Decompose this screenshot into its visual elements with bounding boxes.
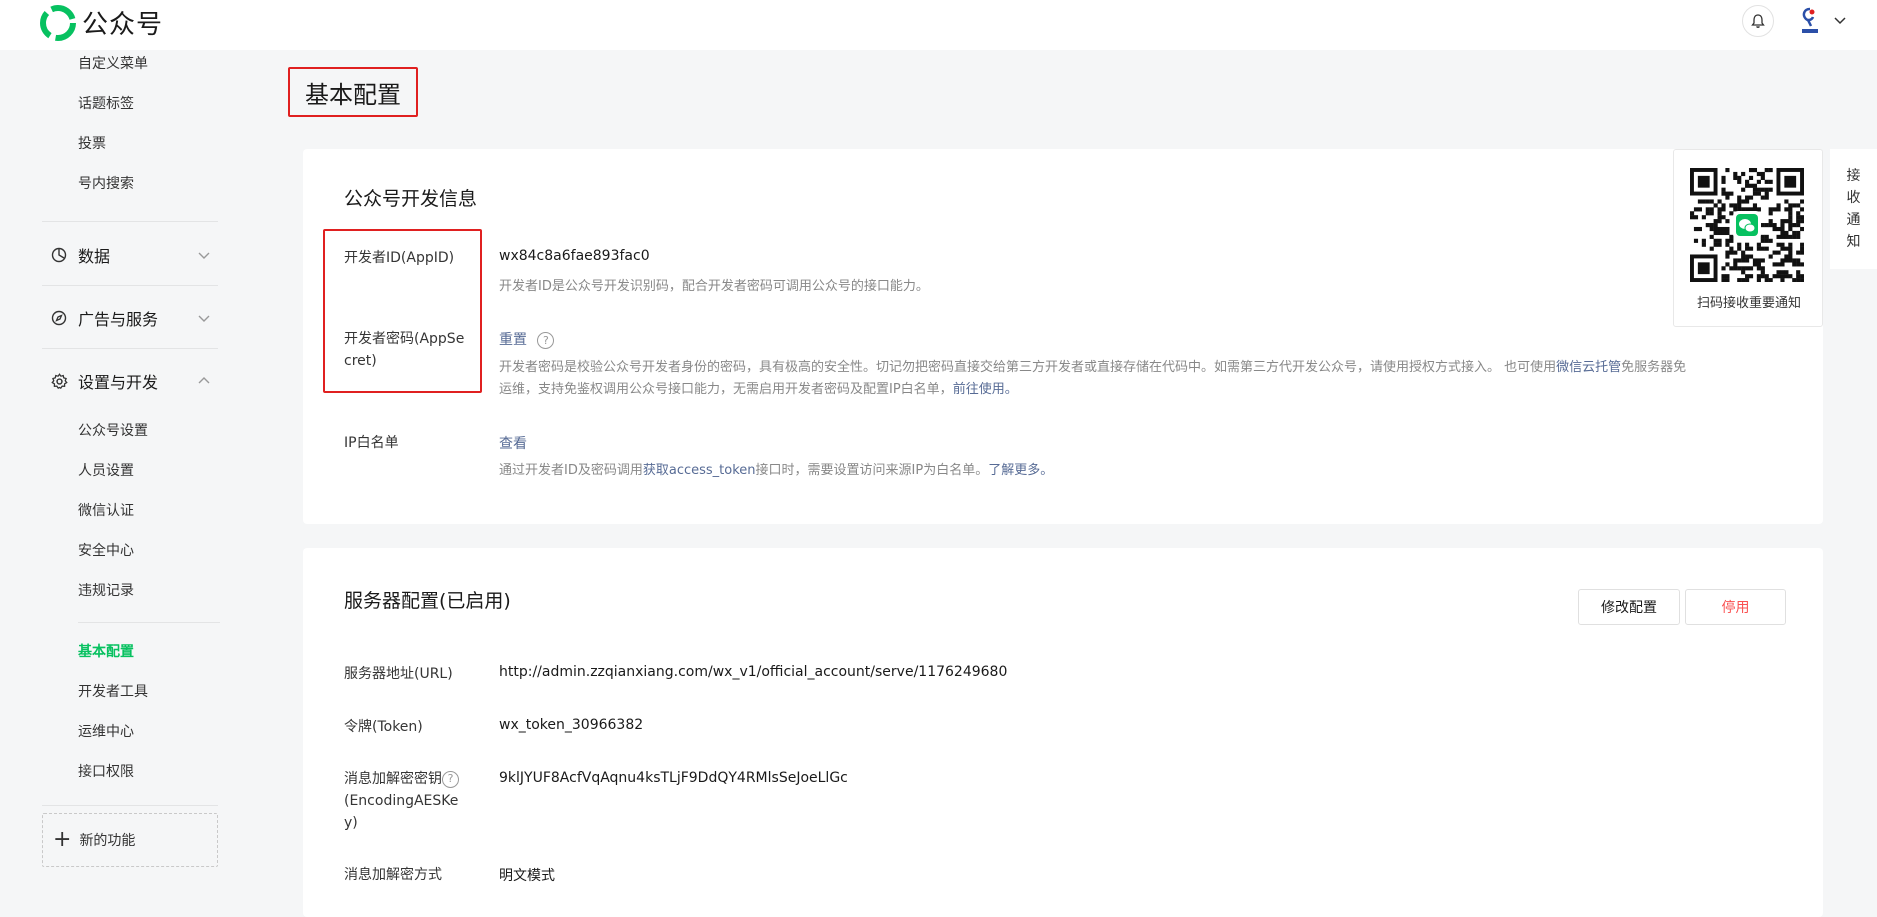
encryption-mode-value: 明文模式 bbox=[499, 868, 555, 884]
appid-label: 开发者ID(AppID) bbox=[344, 250, 455, 266]
encryption-mode-label: 消息加解密方式 bbox=[344, 867, 442, 883]
top-bar: 公众号 bbox=[0, 0, 1877, 50]
appsecret-description: 开发者密码是校验公众号开发者身份的密码，具有极高的安全性。切记勿把密码直接交给第… bbox=[499, 357, 1789, 401]
sidebar-item-wechat-verification[interactable]: 微信认证 bbox=[78, 501, 134, 521]
help-icon[interactable]: ? bbox=[537, 331, 555, 349]
appsecret-label-line2: cret) bbox=[344, 353, 377, 369]
app-name: 公众号 bbox=[82, 10, 164, 40]
receive-notification-tab[interactable]: 接 收 通 知 bbox=[1830, 149, 1877, 269]
sidebar-item-member-settings[interactable]: 人员设置 bbox=[78, 461, 134, 481]
server-url-value: http://admin.zzqianxiang.com/wx_v1/offic… bbox=[499, 664, 1008, 680]
ip-whitelist-view-link[interactable]: 查看 bbox=[499, 436, 527, 452]
desc-text: 免服务器免 bbox=[1621, 360, 1687, 375]
tab-char: 接 bbox=[1846, 168, 1861, 184]
go-use-link[interactable]: 前往使用。 bbox=[953, 382, 1018, 397]
appsecret-label: 开发者密码(AppSe cret) bbox=[344, 328, 464, 372]
desc-text: 接口时，需要设置访问来源IP为白名单。 bbox=[755, 463, 989, 478]
reset-secret-link[interactable]: 重置 bbox=[499, 332, 527, 348]
tab-char: 通 bbox=[1846, 212, 1861, 228]
sidebar-group-ads-services[interactable]: 广告与服务 bbox=[50, 303, 212, 333]
chevron-up-icon bbox=[198, 377, 210, 384]
token-value: wx_token_30966382 bbox=[499, 717, 644, 733]
server-config-card: 服务器配置(已启用) 修改配置 停用 服务器地址(URL) http://adm… bbox=[303, 548, 1823, 917]
aes-key-label: 消息加解密密钥? (EncodingAESKe y) bbox=[344, 768, 459, 834]
sidebar-group-label: 数据 bbox=[78, 247, 111, 266]
sidebar-item-vote[interactable]: 投票 bbox=[78, 134, 106, 154]
sidebar-divider bbox=[78, 622, 220, 623]
appsecret-description-line1: 开发者密码是校验公众号开发者身份的密码，具有极高的安全性。切记勿把密码直接交给第… bbox=[499, 357, 1789, 379]
developer-info-card: 公众号开发信息 开发者ID(AppID) wx84c8a6fae893fac0 … bbox=[303, 149, 1823, 524]
chevron-down-icon bbox=[198, 315, 210, 322]
sidebar-item-account-settings[interactable]: 公众号设置 bbox=[78, 421, 148, 441]
desc-text: 开发者密码是校验公众号开发者身份的密码，具有极高的安全性。切记勿把密码直接交给第… bbox=[499, 360, 1557, 375]
wechat-oa-logo-icon bbox=[40, 4, 76, 41]
appsecret-label-line1: 开发者密码(AppSe bbox=[344, 331, 465, 347]
tab-char: 知 bbox=[1846, 234, 1861, 250]
sidebar-group-settings-dev[interactable]: 设置与开发 bbox=[50, 366, 212, 396]
sidebar-item-in-account-search[interactable]: 号内搜索 bbox=[78, 174, 134, 194]
ip-whitelist-view-wrapper: 查看 bbox=[499, 433, 527, 453]
ip-whitelist-label: IP白名单 bbox=[344, 435, 399, 451]
sidebar-item-ops-center[interactable]: 运维中心 bbox=[78, 722, 134, 742]
bell-icon bbox=[1751, 14, 1765, 28]
ip-whitelist-description: 通过开发者ID及密码调用获取access_token接口时，需要设置访问来源IP… bbox=[499, 460, 1053, 482]
aes-key-label-text: 消息加解密密钥 bbox=[344, 771, 442, 787]
chevron-down-icon bbox=[198, 252, 210, 259]
sidebar-item-violation-records[interactable]: 违规记录 bbox=[78, 581, 134, 601]
sidebar-item-security-center[interactable]: 安全中心 bbox=[78, 541, 134, 561]
sidebar-divider bbox=[42, 221, 218, 222]
sidebar-item-api-permissions[interactable]: 接口权限 bbox=[78, 762, 134, 782]
qr-code-image bbox=[1690, 168, 1804, 282]
new-features-label: 新的功能 bbox=[79, 833, 136, 849]
appid-description: 开发者ID是公众号开发识别码，配合开发者密码可调用公众号的接口能力。 bbox=[499, 279, 929, 294]
help-icon[interactable]: ? bbox=[442, 770, 459, 788]
token-label: 令牌(Token) bbox=[344, 719, 423, 735]
sidebar-item-topic-tags[interactable]: 话题标签 bbox=[78, 94, 134, 114]
page-title-highlight: 基本配置 bbox=[288, 67, 418, 117]
account-avatar[interactable] bbox=[1796, 5, 1824, 37]
sidebar-group-label: 广告与服务 bbox=[78, 310, 159, 329]
account-logo-icon bbox=[1802, 7, 1818, 33]
desc-text: 运维，支持免鉴权调用公众号接口能力，无需启用开发者密码及配置IP白名单， bbox=[499, 382, 953, 397]
sidebar-item-basic-config[interactable]: 基本配置 bbox=[78, 642, 134, 662]
qr-caption: 扫码接收重要通知 bbox=[1696, 296, 1801, 311]
learn-more-link[interactable]: 了解更多。 bbox=[988, 463, 1053, 478]
chevron-down-icon[interactable] bbox=[1832, 12, 1848, 28]
appid-value: wx84c8a6fae893fac0 bbox=[499, 248, 650, 264]
notification-bell-button[interactable] bbox=[1742, 5, 1774, 37]
appsecret-actions: 重置 ? bbox=[499, 329, 555, 349]
tab-char: 收 bbox=[1846, 190, 1861, 206]
new-features-button[interactable]: + 新的功能 bbox=[42, 813, 218, 867]
qr-notify-panel: 扫码接收重要通知 bbox=[1673, 149, 1823, 327]
app-logo[interactable]: 公众号 bbox=[40, 4, 163, 41]
modify-config-button[interactable]: 修改配置 bbox=[1578, 589, 1680, 625]
appsecret-description-line2: 运维，支持免鉴权调用公众号接口能力，无需启用开发者密码及配置IP白名单，前往使用… bbox=[499, 379, 1789, 401]
sidebar-item-developer-tools[interactable]: 开发者工具 bbox=[78, 682, 148, 702]
aes-key-value: 9klJYUF8AcfVqAqnu4ksTLjF9DdQY4RMlsSeJoeL… bbox=[499, 770, 848, 786]
aes-key-label-line2: (EncodingAESKe bbox=[344, 793, 459, 809]
disable-button[interactable]: 停用 bbox=[1685, 589, 1786, 625]
server-config-title: 服务器配置(已启用) bbox=[344, 590, 511, 612]
sidebar: 自定义菜单 话题标签 投票 号内搜索 数据 广告与服务 设置与开发 公众号设置 … bbox=[0, 50, 260, 917]
server-url-label: 服务器地址(URL) bbox=[344, 666, 453, 682]
pie-chart-icon bbox=[50, 246, 68, 264]
sidebar-group-label: 设置与开发 bbox=[78, 373, 159, 392]
compass-icon bbox=[50, 309, 68, 327]
desc-text: 通过开发者ID及密码调用 bbox=[499, 463, 643, 478]
developer-info-title: 公众号开发信息 bbox=[344, 188, 478, 210]
gear-icon bbox=[50, 372, 68, 390]
sidebar-divider bbox=[42, 285, 218, 286]
sidebar-item-custom-menu[interactable]: 自定义菜单 bbox=[78, 54, 148, 74]
access-token-link[interactable]: 获取access_token bbox=[643, 463, 756, 478]
sidebar-divider bbox=[42, 805, 218, 806]
aes-key-label-line1: 消息加解密密钥? bbox=[344, 768, 459, 790]
sidebar-group-data[interactable]: 数据 bbox=[50, 240, 212, 270]
page-title: 基本配置 bbox=[305, 80, 401, 109]
wechat-cloud-hosting-link[interactable]: 微信云托管 bbox=[1556, 360, 1621, 375]
aes-key-label-line3: y) bbox=[344, 815, 358, 831]
plus-icon: + bbox=[53, 827, 72, 852]
sidebar-divider bbox=[42, 348, 218, 349]
